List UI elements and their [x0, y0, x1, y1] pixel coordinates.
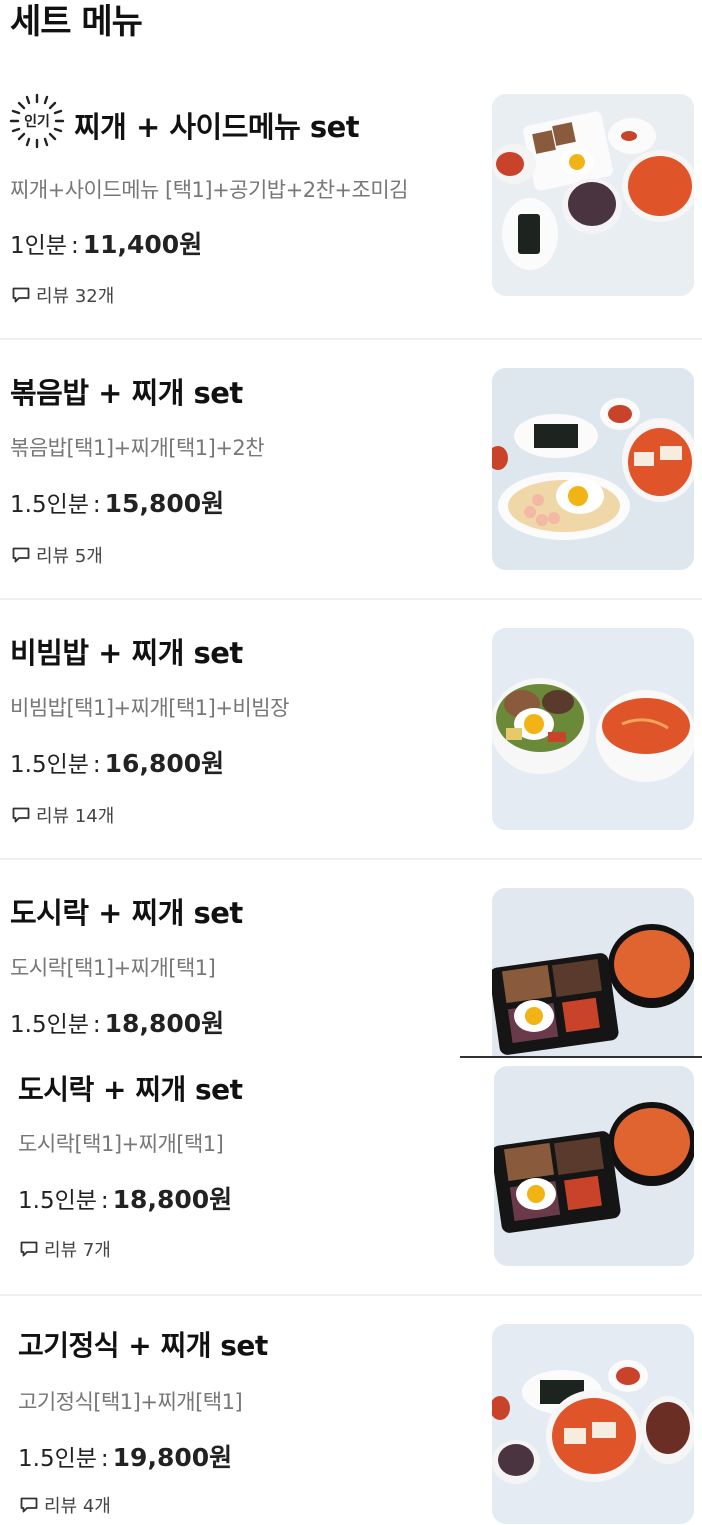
speech-bubble-icon [12, 287, 30, 303]
menu-item-photo [492, 888, 694, 1056]
review-count[interactable]: 리뷰 14개 [12, 802, 114, 828]
menu-item-photo [492, 1324, 694, 1524]
price: 18,800원 [104, 1009, 225, 1038]
speech-bubble-icon [20, 1241, 38, 1257]
menu-item-price-row: 1.5인분:19,800원 [18, 1438, 232, 1474]
menu-item-photo [494, 1066, 694, 1266]
price: 18,800원 [112, 1185, 233, 1214]
review-count[interactable]: 리뷰 4개 [20, 1492, 111, 1518]
review-count-label: 리뷰 5개 [36, 546, 103, 567]
menu-item-name: 도시락 + 찌개 set [18, 1073, 243, 1106]
portion-label: 1.5인분 [10, 752, 89, 778]
menu-item[interactable]: 도시락 + 찌개 set 도시락[택1]+찌개[택1] 1.5인분:18,800… [0, 860, 702, 1056]
menu-item-description: 도시락[택1]+찌개[택1] [18, 1132, 224, 1156]
menu-item[interactable]: 비빔밥 + 찌개 set 비빔밥[택1]+찌개[택1]+비빔장 1.5인분:16… [0, 600, 702, 860]
portion-label: 1인분 [10, 233, 67, 259]
menu-item-name: 고기정식 + 찌개 set [18, 1329, 268, 1362]
separator: : [92, 1012, 101, 1038]
speech-bubble-icon [20, 1497, 38, 1513]
menu-item-photo [492, 368, 694, 570]
menu-item-price-row: 1.5인분:18,800원 [10, 1004, 224, 1040]
price: 11,400원 [82, 230, 203, 259]
popular-badge-label: 인기 [24, 114, 50, 130]
review-count[interactable]: 리뷰 5개 [12, 542, 103, 568]
separator: : [70, 233, 79, 259]
menu-item-description: 도시락[택1]+찌개[택1] [10, 956, 216, 980]
speech-bubble-icon [12, 807, 30, 823]
review-count[interactable]: 리뷰 7개 [20, 1236, 111, 1262]
menu-item-name: 비빔밥 + 찌개 set [10, 636, 243, 670]
menu-item-name: 도시락 + 찌개 set [10, 896, 243, 930]
menu-item-name: 볶음밥 + 찌개 set [10, 376, 243, 410]
separator: : [100, 1188, 109, 1214]
portion-label: 1.5인분 [18, 1188, 97, 1214]
separator: : [92, 492, 101, 518]
menu-item-price-row: 1.5인분:18,800원 [18, 1180, 232, 1216]
separator: : [100, 1446, 109, 1472]
menu-item[interactable]: 고기정식 + 찌개 set 고기정식[택1]+찌개[택1] 1.5인분:19,8… [0, 1296, 702, 1525]
menu-item-description: 비빔밥[택1]+찌개[택1]+비빔장 [10, 696, 289, 720]
menu-item-price-row: 1.5인분:15,800원 [10, 484, 224, 520]
portion-label: 1.5인분 [10, 492, 89, 518]
price: 19,800원 [112, 1443, 233, 1472]
menu-item-price-row: 1인분:11,400원 [10, 225, 202, 261]
separator: : [92, 752, 101, 778]
review-count-label: 리뷰 14개 [36, 806, 115, 827]
menu-item-price-row: 1.5인분:16,800원 [10, 744, 224, 780]
portion-label: 1.5인분 [10, 1012, 89, 1038]
review-count[interactable]: 리뷰 32개 [12, 282, 114, 308]
page-title: 세트 메뉴 [10, 2, 143, 42]
review-count-label: 리뷰 7개 [44, 1240, 111, 1261]
menu-item-photo [492, 94, 694, 296]
review-count-label: 리뷰 32개 [36, 286, 115, 307]
price: 16,800원 [104, 749, 225, 778]
menu-item-photo [492, 628, 694, 830]
portion-label: 1.5인분 [18, 1446, 97, 1472]
menu-item[interactable]: 도시락 + 찌개 set 도시락[택1]+찌개[택1] 1.5인분:18,800… [0, 1058, 702, 1296]
menu-item-description: 찌개+사이드메뉴 [택1]+공기밥+2찬+조미김 [10, 178, 408, 202]
menu-item-description: 볶음밥[택1]+찌개[택1]+2찬 [10, 436, 265, 460]
speech-bubble-icon [12, 547, 30, 563]
menu-item[interactable]: 인기 찌개 + 사이드메뉴 set 찌개+사이드메뉴 [택1]+공기밥+2찬+조… [0, 70, 702, 340]
menu-item-name: 찌개 + 사이드메뉴 set [74, 110, 360, 144]
review-count-label: 리뷰 4개 [44, 1496, 111, 1517]
menu-item-description: 고기정식[택1]+찌개[택1] [18, 1390, 243, 1414]
price: 15,800원 [104, 489, 225, 518]
popular-badge: 인기 [8, 92, 66, 150]
menu-item[interactable]: 볶음밥 + 찌개 set 볶음밥[택1]+찌개[택1]+2찬 1.5인분:15,… [0, 340, 702, 600]
